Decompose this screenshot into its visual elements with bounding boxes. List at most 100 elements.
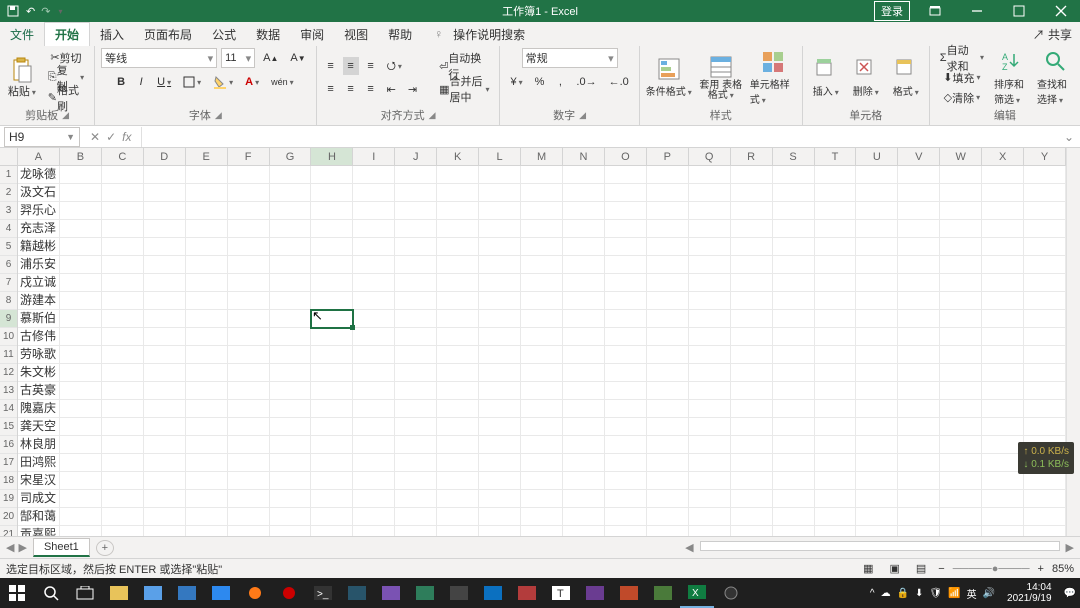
cell[interactable] [311,454,353,472]
cell[interactable] [521,490,563,508]
row-header-4[interactable]: 4 [0,220,17,238]
cell[interactable] [186,454,228,472]
cell[interactable] [647,256,689,274]
cell[interactable] [228,418,270,436]
cell[interactable]: 郜和蔼 [18,508,60,526]
row-header-6[interactable]: 6 [0,256,17,274]
cell[interactable] [1024,256,1066,274]
cell[interactable] [856,400,898,418]
cell[interactable]: 龙咏德 [18,166,60,184]
cell[interactable] [395,310,437,328]
cell[interactable] [856,274,898,292]
cell[interactable] [815,256,857,274]
cell[interactable] [731,346,773,364]
cell[interactable] [898,274,940,292]
percent-button[interactable]: % [531,73,549,91]
cell[interactable] [311,490,353,508]
cell[interactable] [521,184,563,202]
orientation-button[interactable]: ⭯ [383,57,406,75]
cell[interactable] [982,364,1024,382]
row-header-15[interactable]: 15 [0,418,17,436]
cell[interactable] [144,256,186,274]
cell[interactable] [144,328,186,346]
cell[interactable] [186,490,228,508]
cell[interactable] [815,166,857,184]
task-view[interactable] [68,578,102,608]
decrease-font[interactable]: A▼ [286,49,309,67]
cell[interactable] [186,526,228,536]
cell[interactable] [60,418,102,436]
cell[interactable] [856,202,898,220]
cell[interactable] [270,364,312,382]
cell[interactable] [856,184,898,202]
cell[interactable] [186,166,228,184]
cell[interactable]: 朱文彬 [18,364,60,382]
cell[interactable] [144,490,186,508]
cell[interactable]: 田鸿熙 [18,454,60,472]
cell[interactable] [815,220,857,238]
cell[interactable] [521,238,563,256]
fx-icon[interactable]: fx [122,130,131,144]
cell[interactable] [437,256,479,274]
cell[interactable] [982,184,1024,202]
tab-view[interactable]: 视图 [334,23,378,46]
col-header-S[interactable]: S [773,148,815,165]
cell[interactable] [60,238,102,256]
cell[interactable] [1024,310,1066,328]
row-header-16[interactable]: 16 [0,436,17,454]
cell[interactable] [647,310,689,328]
cell[interactable] [270,346,312,364]
delete-button[interactable]: 删除 [849,57,883,98]
cells-grid[interactable]: 龙咏德汲文石羿乐心充志泽籍越彬浦乐安戍立诚游建本慕斯伯古修伟劳咏歌朱文彬古英豪隗… [18,166,1066,536]
tab-review[interactable]: 审阅 [290,23,334,46]
cell[interactable] [353,472,395,490]
cell[interactable] [521,346,563,364]
tab-data[interactable]: 数据 [246,23,290,46]
cell[interactable] [731,400,773,418]
cell[interactable] [689,436,731,454]
cell[interactable] [689,418,731,436]
cell[interactable] [940,472,982,490]
cell[interactable] [353,418,395,436]
cell[interactable] [521,508,563,526]
taskbar-app-7[interactable]: >_ [306,578,340,608]
taskbar-app-5[interactable] [238,578,272,608]
cell[interactable] [521,418,563,436]
cell[interactable] [856,346,898,364]
cell[interactable] [437,400,479,418]
cell[interactable]: 林良朋 [18,436,60,454]
cell[interactable] [186,184,228,202]
expand-fbar[interactable]: ⌄ [1058,130,1080,144]
align-center[interactable]: ≡ [343,80,359,98]
cell[interactable] [186,238,228,256]
cell[interactable] [144,436,186,454]
cell[interactable] [437,418,479,436]
tray-icon-5[interactable]: 📶 [948,588,960,599]
cell[interactable] [898,202,940,220]
col-header-P[interactable]: P [647,148,689,165]
cell[interactable] [395,202,437,220]
cell[interactable]: 充志泽 [18,220,60,238]
cell[interactable] [353,436,395,454]
cell[interactable] [1024,184,1066,202]
cell[interactable] [228,508,270,526]
cell[interactable] [270,472,312,490]
cell[interactable] [479,418,521,436]
cell[interactable] [982,508,1024,526]
cell[interactable] [186,364,228,382]
cell[interactable] [353,364,395,382]
align-middle[interactable]: ≡ [343,57,359,75]
cell[interactable] [395,256,437,274]
indent-dec[interactable]: ⇤ [383,80,400,98]
cell[interactable] [773,328,815,346]
cell[interactable] [60,274,102,292]
cell[interactable] [228,526,270,536]
cell[interactable] [228,184,270,202]
cell[interactable] [605,490,647,508]
cell[interactable] [647,382,689,400]
cell[interactable] [311,184,353,202]
cell[interactable] [521,328,563,346]
cell[interactable] [773,292,815,310]
cell[interactable] [479,220,521,238]
cell[interactable] [898,346,940,364]
